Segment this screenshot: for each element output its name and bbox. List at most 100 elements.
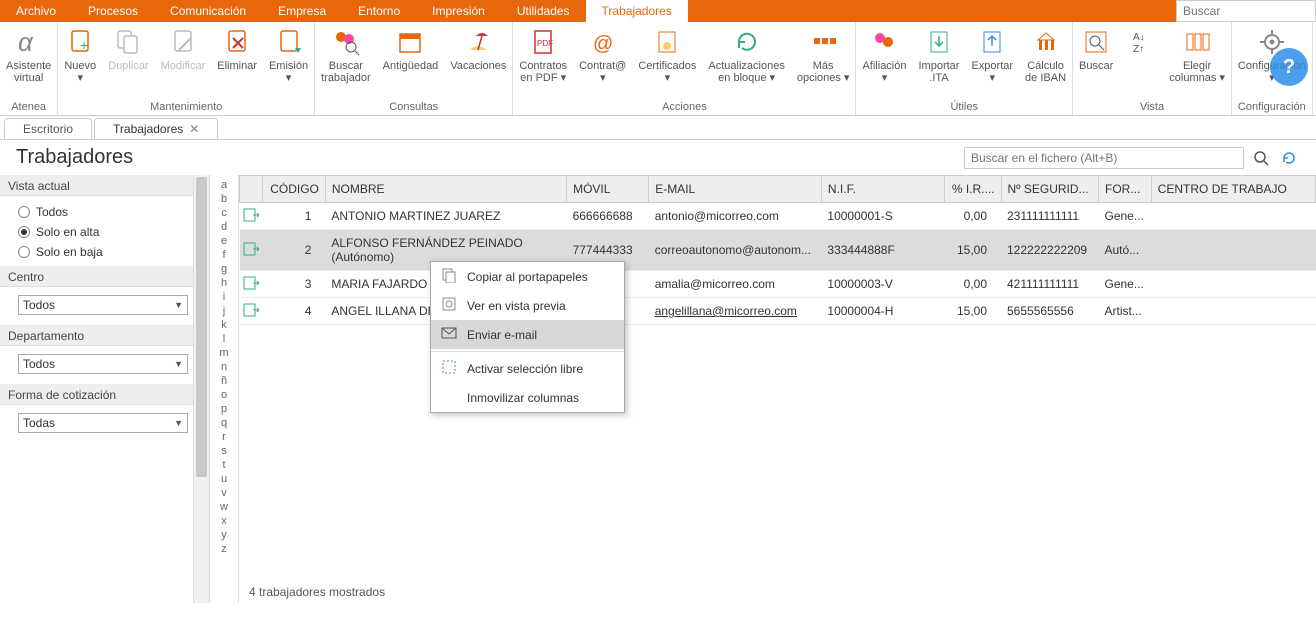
az-letter-c[interactable]: c: [221, 207, 227, 221]
radio-todos[interactable]: Todos: [18, 202, 199, 222]
cell: 10000004-H: [821, 298, 944, 325]
elegir-columnas-icon: [1181, 26, 1213, 58]
close-icon[interactable]: ✕: [189, 122, 199, 136]
az-letter-e[interactable]: e: [221, 235, 227, 249]
radio-solo-baja[interactable]: Solo en baja: [18, 242, 199, 262]
az-letter-x[interactable]: x: [221, 515, 227, 529]
ribbon: αAsistente virtualAtenea+Nuevo ▾Duplicar…: [0, 22, 1316, 116]
az-letter-r[interactable]: r: [222, 431, 226, 445]
ribbon-importar-ita[interactable]: Importar .ITA: [913, 22, 966, 84]
ribbon-certificados[interactable]: Certificados ▾: [632, 22, 702, 84]
document-tabs: Escritorio Trabajadores✕: [0, 116, 1316, 140]
col-header[interactable]: % I.R....: [945, 176, 1001, 203]
sidebar-scrollbar[interactable]: [193, 175, 209, 603]
az-letter-f[interactable]: f: [222, 249, 225, 263]
col-header[interactable]: Nº SEGURID...: [1001, 176, 1099, 203]
az-letter-n[interactable]: n: [221, 361, 227, 375]
az-letter-ñ[interactable]: ñ: [221, 375, 227, 389]
az-letter-b[interactable]: b: [221, 193, 227, 207]
menu-entorno[interactable]: Entorno: [342, 0, 416, 22]
radio-solo-alta[interactable]: Solo en alta: [18, 222, 199, 242]
ribbon-afiliacion[interactable]: Afiliación ▾: [856, 22, 912, 84]
context-menu-label: Activar selección libre: [467, 362, 583, 376]
ribbon-contratos-pdf[interactable]: PDFContratos en PDF ▾: [513, 22, 573, 84]
file-search-input[interactable]: [964, 147, 1244, 169]
content-area: Vista actual Todos Solo en alta Solo en …: [0, 175, 1316, 603]
az-letter-a[interactable]: a: [221, 179, 227, 193]
context-menu-item[interactable]: Activar selección libre: [431, 354, 624, 383]
az-letter-v[interactable]: v: [221, 487, 227, 501]
az-letter-m[interactable]: m: [219, 347, 228, 361]
svg-text:PDF: PDF: [537, 39, 553, 48]
ribbon-mas-opciones[interactable]: Más opciones ▾: [791, 22, 856, 84]
ribbon-vacaciones[interactable]: Vacaciones: [444, 22, 512, 72]
context-menu-item[interactable]: Enviar e-mail: [431, 320, 624, 349]
col-header[interactable]: N.I.F.: [821, 176, 944, 203]
ribbon-antiguedad[interactable]: Antigüedad: [377, 22, 445, 72]
az-letter-w[interactable]: w: [220, 501, 228, 515]
table-row[interactable]: 3MARIA FAJARDO JURamalia@micorreo.com100…: [240, 271, 1316, 298]
az-letter-d[interactable]: d: [221, 221, 227, 235]
col-header[interactable]: CÓDIGO: [262, 176, 325, 203]
ribbon-eliminar[interactable]: Eliminar: [211, 22, 263, 72]
col-header[interactable]: FOR...: [1099, 176, 1152, 203]
col-header[interactable]: CENTRO DE TRABAJO: [1151, 176, 1315, 203]
ribbon-calculo-iban[interactable]: Cálculo de IBAN: [1019, 22, 1072, 84]
menu-trabajadores[interactable]: Trabajadores: [586, 0, 688, 22]
az-letter-j[interactable]: j: [223, 305, 225, 319]
menu-archivo[interactable]: Archivo: [0, 0, 72, 22]
combo-forma[interactable]: Todas▼: [18, 413, 188, 433]
az-letter-y[interactable]: y: [221, 529, 227, 543]
context-menu-item[interactable]: Inmovilizar columnas: [431, 383, 624, 412]
ribbon-elegir-columnas[interactable]: Elegir columnas ▾: [1163, 22, 1231, 84]
ribbon-modificar[interactable]: Modificar: [155, 22, 212, 72]
ribbon-emision[interactable]: Emisión ▾: [263, 22, 314, 84]
ribbon-buscar-trabajador[interactable]: Buscar trabajador: [315, 22, 377, 84]
ribbon-label: Buscar trabajador: [321, 60, 371, 84]
ribbon-nuevo[interactable]: +Nuevo ▾: [58, 22, 102, 84]
az-letter-l[interactable]: l: [223, 333, 225, 347]
combo-departamento[interactable]: Todos▼: [18, 354, 188, 374]
ribbon-label: Duplicar: [108, 60, 148, 72]
ribbon-buscar-vista[interactable]: Buscar: [1073, 22, 1119, 72]
az-letter-o[interactable]: o: [221, 389, 227, 403]
table-row[interactable]: 4ANGEL ILLANA DELGangelillana@micorreo.c…: [240, 298, 1316, 325]
global-search-input[interactable]: [1176, 0, 1316, 22]
menu-procesos[interactable]: Procesos: [72, 0, 154, 22]
az-letter-h[interactable]: h: [221, 277, 227, 291]
az-letter-u[interactable]: u: [221, 473, 227, 487]
az-letter-s[interactable]: s: [221, 445, 227, 459]
az-letter-z[interactable]: z: [221, 543, 227, 557]
az-letter-i[interactable]: i: [223, 291, 225, 305]
context-menu-item[interactable]: Copiar al portapapeles: [431, 262, 624, 291]
col-header[interactable]: NOMBRE: [325, 176, 566, 203]
ribbon-duplicar[interactable]: Duplicar: [102, 22, 154, 72]
az-letter-q[interactable]: q: [221, 417, 227, 431]
tab-escritorio[interactable]: Escritorio: [4, 118, 92, 139]
col-header[interactable]: MÓVIL: [567, 176, 649, 203]
table-row[interactable]: 1ANTONIO MARTINEZ JUAREZ666666688antonio…: [240, 203, 1316, 230]
az-letter-p[interactable]: p: [221, 403, 227, 417]
ribbon-ordenar[interactable]: A↓Z↑: [1119, 22, 1163, 58]
az-letter-g[interactable]: g: [221, 263, 227, 277]
menu-utilidades[interactable]: Utilidades: [501, 0, 586, 22]
menu-impresion[interactable]: Impresión: [416, 0, 501, 22]
refresh-icon[interactable]: [1278, 147, 1300, 169]
ribbon-group-label: Consultas: [315, 101, 512, 115]
az-letter-k[interactable]: k: [221, 319, 227, 333]
table-row[interactable]: 2ALFONSO FERNÁNDEZ PEINADO (Autónomo)777…: [240, 230, 1316, 271]
svg-text:Z↑: Z↑: [1133, 44, 1144, 55]
ribbon-exportar[interactable]: Exportar ▾: [965, 22, 1019, 84]
search-icon[interactable]: [1250, 147, 1272, 169]
help-bubble-icon[interactable]: ?: [1270, 48, 1308, 86]
menu-comunicacion[interactable]: Comunicación: [154, 0, 262, 22]
menu-empresa[interactable]: Empresa: [262, 0, 342, 22]
ribbon-asistente-virtual[interactable]: αAsistente virtual: [0, 22, 57, 84]
col-header[interactable]: E-MAIL: [649, 176, 822, 203]
tab-trabajadores[interactable]: Trabajadores✕: [94, 118, 218, 139]
ribbon-contrata[interactable]: @Contrat@ ▾: [573, 22, 632, 84]
combo-centro[interactable]: Todos▼: [18, 295, 188, 315]
context-menu-item[interactable]: Ver en vista previa: [431, 291, 624, 320]
az-letter-t[interactable]: t: [222, 459, 225, 473]
ribbon-actualizaciones[interactable]: Actualizaciones en bloque ▾: [702, 22, 790, 84]
